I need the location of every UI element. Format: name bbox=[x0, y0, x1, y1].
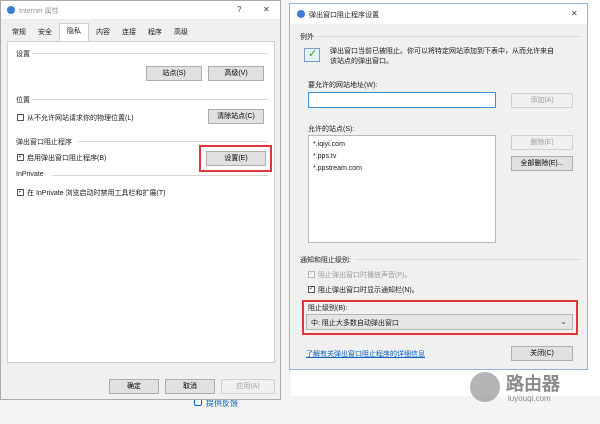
watermark-subtitle: luyouqi.com bbox=[508, 394, 551, 403]
location-checkbox-label: 从不允许网站请求你的物理位置(L) bbox=[27, 115, 134, 122]
list-item[interactable]: *.iqiyi.com bbox=[313, 141, 345, 148]
popup-group-title: 弹出窗口阻止程序 bbox=[16, 139, 72, 146]
watermark: 路由器 luyouqi.com bbox=[470, 370, 595, 410]
list-item[interactable]: *.ppstream.com bbox=[313, 165, 362, 172]
watermark-title: 路由器 bbox=[506, 374, 560, 394]
info-text-line1: 弹出窗口当前已被阻止。你可以将特定网站添加到下表中，从而允许来自 bbox=[330, 48, 554, 55]
tab-content[interactable]: 内容 bbox=[91, 25, 115, 41]
tab-programs[interactable]: 程序 bbox=[143, 25, 167, 41]
inprivate-divider bbox=[52, 175, 268, 176]
remove-all-button[interactable]: 全部删除(E)... bbox=[511, 156, 573, 171]
bar-checkbox-label: 阻止弹出窗口时显示通知栏(N)。 bbox=[318, 287, 419, 294]
tab-strip: 常规 安全 隐私 内容 连接 程序 高级 bbox=[7, 23, 275, 41]
location-checkbox[interactable] bbox=[17, 114, 24, 121]
dialog-app-icon bbox=[297, 10, 305, 18]
allowed-sites-label: 允许的站点(S): bbox=[308, 126, 355, 133]
allowed-sites-list[interactable]: *.iqiyi.com *.pps.tv *.ppstream.com bbox=[308, 135, 496, 243]
location-group-title: 位置 bbox=[16, 97, 30, 104]
tab-connections[interactable]: 连接 bbox=[117, 25, 141, 41]
apply-button[interactable]: 应用(A) bbox=[221, 379, 275, 394]
popup-settings-highlight bbox=[199, 145, 272, 172]
location-divider bbox=[32, 99, 268, 100]
exceptions-group-title: 例外 bbox=[300, 34, 314, 41]
notify-group-title: 通知和阻止级别: bbox=[300, 257, 351, 264]
popup-blocker-dialog: 弹出窗口阻止程序设置 ✕ 例外 ✓ 弹出窗口当前已被阻止。你可以将特定网站添加到… bbox=[289, 3, 588, 370]
sound-checkbox[interactable]: ✓ bbox=[308, 271, 315, 278]
popup-checkbox[interactable]: ✓ bbox=[17, 154, 24, 161]
address-label: 要允许的网站地址(W): bbox=[308, 82, 378, 89]
inprivate-checkbox[interactable]: ✓ bbox=[17, 189, 24, 196]
internet-options-titlebar: Internet 属性 ? ✕ bbox=[1, 1, 280, 19]
internet-options-window: Internet 属性 ? ✕ 常规 安全 隐私 内容 连接 程序 高级 设置 … bbox=[0, 0, 281, 400]
popup-info-icon: ✓ bbox=[304, 48, 320, 62]
advanced-button[interactable]: 高级(V) bbox=[208, 66, 264, 81]
watermark-logo bbox=[470, 372, 500, 402]
help-icon[interactable]: ? bbox=[237, 5, 241, 14]
dialog-close-icon[interactable]: ✕ bbox=[571, 9, 578, 18]
popup-dialog-titlebar: 弹出窗口阻止程序设置 ✕ bbox=[290, 4, 587, 24]
tab-security[interactable]: 安全 bbox=[33, 25, 57, 41]
popup-divider bbox=[78, 141, 268, 142]
sound-checkbox-label: 阻止弹出窗口时播放声音(P)。 bbox=[318, 272, 412, 279]
tab-general[interactable]: 常规 bbox=[7, 25, 31, 41]
tab-advanced[interactable]: 高级 bbox=[169, 25, 193, 41]
notify-divider bbox=[356, 259, 580, 260]
settings-group-title: 设置 bbox=[16, 51, 30, 58]
close-icon[interactable]: ✕ bbox=[263, 5, 270, 14]
internet-options-title: Internet 属性 bbox=[19, 8, 59, 15]
inprivate-checkbox-label: 在 InPrivate 浏览启动时禁用工具栏和扩展(T) bbox=[27, 190, 166, 197]
close-button[interactable]: 关闭(C) bbox=[511, 346, 573, 361]
block-level-highlight bbox=[302, 300, 578, 335]
list-item[interactable]: *.pps.tv bbox=[313, 153, 336, 160]
sites-button[interactable]: 站点(S) bbox=[146, 66, 202, 81]
settings-divider bbox=[32, 53, 268, 54]
ie-app-icon bbox=[7, 6, 15, 14]
add-button[interactable]: 添加(A) bbox=[511, 93, 573, 108]
privacy-tab-page: 设置 站点(S) 高级(V) 位置 从不允许网站请求你的物理位置(L) 清除站点… bbox=[7, 41, 275, 363]
inprivate-group-title: InPrivate bbox=[16, 171, 44, 178]
clear-sites-button[interactable]: 清除站点(C) bbox=[208, 109, 264, 124]
bar-checkbox[interactable]: ✓ bbox=[308, 286, 315, 293]
exceptions-divider bbox=[316, 36, 580, 37]
ok-button[interactable]: 确定 bbox=[109, 379, 159, 394]
popup-dialog-title: 弹出窗口阻止程序设置 bbox=[309, 12, 379, 19]
remove-button[interactable]: 删除(E) bbox=[511, 135, 573, 150]
popup-checkbox-label: 启用弹出窗口阻止程序(B) bbox=[27, 155, 107, 162]
info-text-line2: 该站点的弹出窗口。 bbox=[330, 58, 393, 65]
learn-more-link[interactable]: 了解有关弹出窗口阻止程序的详细信息 bbox=[306, 349, 425, 359]
tab-privacy[interactable]: 隐私 bbox=[59, 23, 89, 41]
cancel-button[interactable]: 取消 bbox=[165, 379, 215, 394]
address-input[interactable] bbox=[308, 92, 496, 108]
